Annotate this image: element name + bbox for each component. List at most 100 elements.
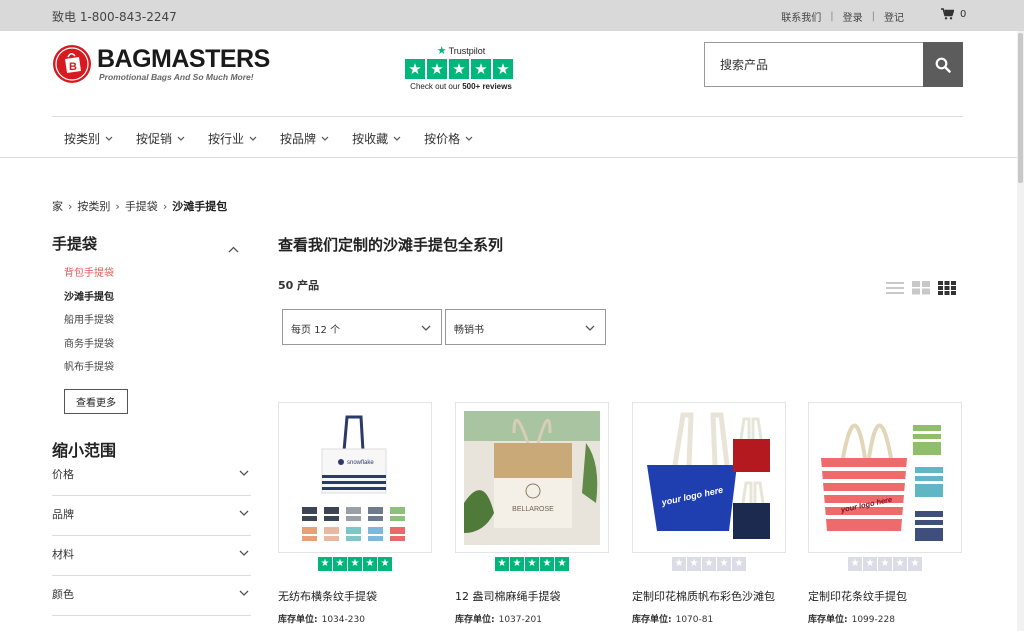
star-icon: ★ bbox=[493, 59, 513, 79]
star-icon: ★ bbox=[495, 557, 509, 571]
product-card[interactable]: snowflake ★ ★ ★ ★ ★ 无纺布横条纹手提袋 库存单位: 1034-230 bbox=[278, 402, 432, 625]
chevron-up-icon[interactable] bbox=[228, 246, 239, 253]
logo-tagline: Promotional Bags And So Much More! bbox=[99, 72, 254, 82]
register-link[interactable]: 登记 bbox=[884, 9, 904, 24]
product-name[interactable]: 定制印花棉质帆布彩色沙滩包 bbox=[632, 588, 786, 604]
star-icon: ★ bbox=[471, 59, 491, 79]
sidebar-item-business-tote[interactable]: 商务手提袋 bbox=[64, 339, 114, 363]
product-image[interactable]: your logo here bbox=[808, 402, 962, 553]
filter-material[interactable]: 材料 bbox=[52, 536, 251, 576]
chevron-right-icon: › bbox=[162, 199, 168, 213]
view-toggle bbox=[886, 280, 956, 295]
star-icon: ★ bbox=[893, 557, 907, 571]
chevron-down-icon bbox=[321, 136, 329, 141]
breadcrumb: 家 › 按类别 › 手提袋 › 沙滩手提包 bbox=[52, 198, 227, 214]
star-icon: ★ bbox=[732, 557, 746, 571]
sidebar-item-backpack-tote[interactable]: 背包手提袋 bbox=[64, 268, 114, 292]
breadcrumb-home[interactable]: 家 bbox=[52, 198, 63, 214]
product-sku: 库存单位: 1099-228 bbox=[808, 615, 895, 625]
chevron-down-icon bbox=[177, 136, 185, 141]
search-button[interactable] bbox=[923, 42, 963, 87]
star-icon: ★ bbox=[717, 557, 731, 571]
product-image[interactable]: snowflake bbox=[278, 402, 432, 553]
login-link[interactable]: 登录 bbox=[843, 9, 863, 24]
product-count: 50 产品 bbox=[278, 279, 320, 292]
chevron-right-icon: › bbox=[115, 199, 120, 213]
trustpilot-star-icon: ★ bbox=[436, 45, 447, 57]
product-image[interactable]: your logo here bbox=[632, 402, 786, 553]
star-icon: ★ bbox=[702, 557, 716, 571]
nav-by-category[interactable]: 按类别 bbox=[64, 130, 113, 147]
nav-by-industry[interactable]: 按行业 bbox=[208, 130, 257, 147]
breadcrumb-current: 沙滩手提包 bbox=[172, 200, 228, 213]
product-name[interactable]: 12 盎司棉麻绳手提袋 bbox=[455, 588, 609, 604]
separator: | bbox=[871, 11, 875, 22]
chevron-down-icon bbox=[465, 136, 473, 141]
trustpilot-note: Check out our 500+ reviews bbox=[410, 82, 512, 91]
page-scrollbar[interactable] bbox=[1017, 31, 1024, 631]
star-icon: ★ bbox=[908, 557, 922, 571]
cart-count: 0 bbox=[960, 8, 967, 20]
product-name[interactable]: 定制印花条纹手提包 bbox=[808, 588, 962, 604]
star-icon: ★ bbox=[540, 557, 554, 571]
sidebar-title: 手提袋 bbox=[52, 235, 98, 253]
star-icon: ★ bbox=[555, 557, 569, 571]
chevron-down-icon bbox=[105, 136, 113, 141]
star-icon: ★ bbox=[378, 557, 392, 571]
star-icon: ★ bbox=[878, 557, 892, 571]
see-more-button[interactable]: 查看更多 bbox=[64, 389, 128, 414]
star-icon: ★ bbox=[672, 557, 686, 571]
nav-by-price[interactable]: 按价格 bbox=[424, 130, 473, 147]
chevron-down-icon bbox=[239, 470, 249, 476]
nav-by-brand[interactable]: 按品牌 bbox=[280, 130, 329, 147]
filter-price[interactable]: 价格 bbox=[52, 456, 251, 496]
star-icon: ★ bbox=[449, 59, 469, 79]
filter-brand[interactable]: 品牌 bbox=[52, 496, 251, 536]
chevron-down-icon bbox=[421, 325, 431, 331]
scrollbar-thumb[interactable] bbox=[1018, 33, 1023, 183]
product-name[interactable]: 无纺布横条纹手提袋 bbox=[278, 588, 432, 604]
dense-grid-view-icon[interactable] bbox=[938, 280, 956, 295]
sidebar-item-beach-tote[interactable]: 沙滩手提包 bbox=[64, 292, 114, 316]
chevron-down-icon bbox=[393, 136, 401, 141]
sidebar-item-canvas-tote[interactable]: 帆布手提袋 bbox=[64, 362, 114, 386]
star-icon: ★ bbox=[525, 557, 539, 571]
filter-color[interactable]: 颜色 bbox=[52, 576, 251, 616]
star-icon: ★ bbox=[333, 557, 347, 571]
star-icon: ★ bbox=[427, 59, 447, 79]
phone-number[interactable]: 致电 1-800-843-2247 bbox=[52, 8, 177, 25]
product-card[interactable]: your logo here ★ ★ ★ ★ ★ 定制印花条纹手提包 库存单位: 1099… bbox=[808, 402, 962, 625]
separator: | bbox=[830, 11, 834, 22]
product-sku: 库存单位: 1037-201 bbox=[455, 615, 542, 625]
list-view-icon[interactable] bbox=[886, 280, 904, 295]
site-logo[interactable]: B BAGMASTERS Promotional Bags And So Muc… bbox=[52, 44, 270, 84]
chevron-down-icon bbox=[239, 550, 249, 556]
search-icon bbox=[935, 57, 951, 73]
grid-view-icon[interactable] bbox=[912, 280, 930, 295]
product-card[interactable]: your logo here ★ ★ ★ ★ ★ 定制印花棉质帆布彩色沙滩包 库存单位:… bbox=[632, 402, 786, 625]
product-rating: ★ ★ ★ ★ ★ bbox=[278, 557, 432, 571]
search-input[interactable] bbox=[705, 43, 923, 86]
per-page-select[interactable]: 每页 12 个 bbox=[282, 309, 442, 345]
contact-link[interactable]: 联系我们 bbox=[781, 9, 821, 24]
product-card[interactable]: BELLAROSE ★ ★ ★ ★ ★ 12 盎司棉麻绳手提袋 库存单位: 1037-20… bbox=[455, 402, 609, 625]
nav-by-promotion[interactable]: 按促销 bbox=[136, 130, 185, 147]
bag-logo-icon: B bbox=[53, 45, 91, 83]
star-icon: ★ bbox=[318, 557, 332, 571]
sort-select[interactable]: 畅销书 bbox=[445, 309, 606, 345]
chevron-down-icon bbox=[585, 325, 595, 331]
breadcrumb-category[interactable]: 按类别 bbox=[77, 198, 110, 214]
nav-by-collection[interactable]: 按收藏 bbox=[352, 130, 401, 147]
sidebar-item-boat-tote[interactable]: 船用手提袋 bbox=[64, 315, 114, 339]
star-icon: ★ bbox=[687, 557, 701, 571]
trustpilot-rating: ★ ★ ★ ★ ★ bbox=[405, 59, 517, 79]
trustpilot-widget[interactable]: ★ Trustpilot ★ ★ ★ ★ ★ Check out our 500+ re… bbox=[405, 44, 517, 91]
product-imprint-text: snowflake bbox=[347, 460, 374, 466]
product-rating: ★ ★ ★ ★ ★ bbox=[808, 557, 962, 571]
star-icon: ★ bbox=[863, 557, 877, 571]
breadcrumb-subcategory[interactable]: 手提袋 bbox=[125, 198, 158, 214]
cart-button[interactable]: 0 bbox=[941, 8, 966, 20]
page-title: 查看我们定制的沙滩手提包全系列 bbox=[278, 236, 504, 254]
product-image[interactable]: BELLAROSE bbox=[455, 402, 609, 553]
divider bbox=[52, 116, 963, 117]
